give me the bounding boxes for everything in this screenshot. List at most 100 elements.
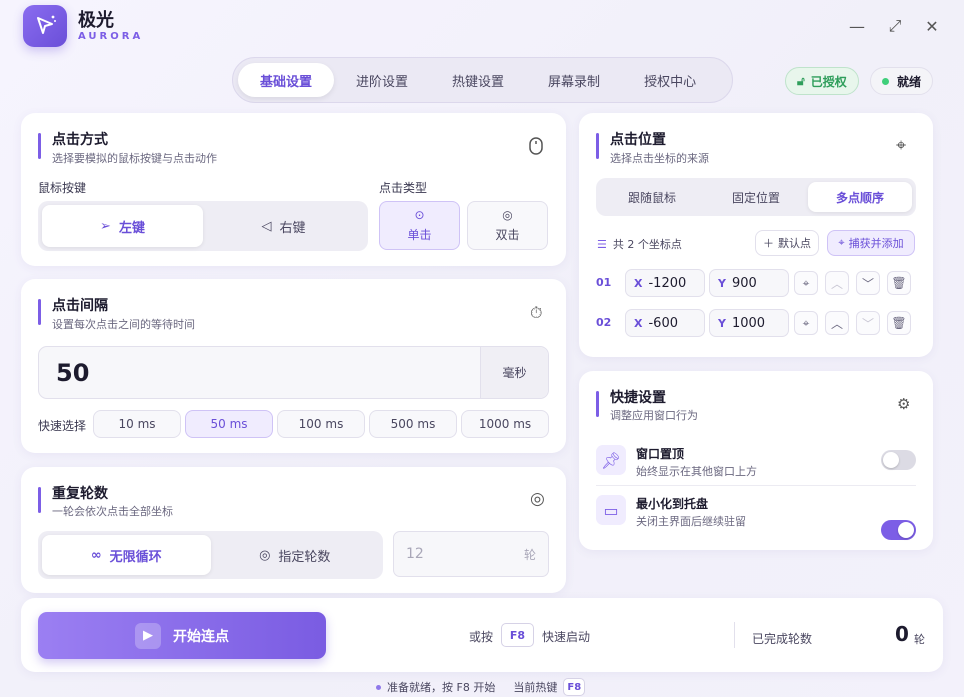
tab-recording[interactable]: 屏幕录制 bbox=[526, 63, 622, 97]
right-button-option[interactable]: ◁ 右键 bbox=[203, 205, 364, 247]
infinity-icon: ∞ bbox=[90, 547, 102, 563]
crosshair-icon: ⌖ bbox=[896, 135, 907, 156]
minimize-tray-toggle[interactable] bbox=[881, 520, 916, 540]
always-on-top-title: 窗口置顶 bbox=[636, 447, 685, 461]
shortcuts-title: 快捷设置 bbox=[610, 390, 666, 406]
maximize-button[interactable]: ⤢ bbox=[882, 13, 908, 39]
start-clicking-button[interactable]: ▶ 开始连点 bbox=[38, 612, 326, 659]
preset-10ms[interactable]: 10 ms bbox=[93, 410, 181, 438]
x-label: X bbox=[634, 276, 643, 290]
pointer-icon: ➢ bbox=[100, 218, 111, 234]
y-label: Y bbox=[718, 276, 726, 290]
repeat-subtitle: 一轮会依次点击全部坐标 bbox=[52, 505, 173, 518]
fixed-rounds-option[interactable]: ◎ 指定轮数 bbox=[211, 535, 380, 575]
preset-500ms[interactable]: 500 ms bbox=[369, 410, 457, 438]
tab-basic[interactable]: 基础设置 bbox=[238, 63, 335, 97]
right-button-label: 右键 bbox=[279, 220, 306, 236]
points-count: ☰ 共 2 个坐标点 bbox=[597, 236, 682, 252]
status-bar: 准备就绪，按 F8 开始 当前热键 F8 bbox=[376, 678, 586, 696]
preset-1000ms[interactable]: 1000 ms bbox=[461, 410, 549, 438]
preset-50ms[interactable]: 50 ms bbox=[185, 410, 273, 438]
delete-point-button[interactable]: 🗑︎ bbox=[887, 311, 911, 335]
footer-bar: ▶ 开始连点 或按 F8 快速启动 已完成轮数 0 轮 bbox=[21, 598, 943, 672]
mode-fixed-position[interactable]: 固定位置 bbox=[704, 182, 808, 212]
default-point-button[interactable]: ＋ 默认点 bbox=[755, 230, 819, 256]
plus-icon: ＋ bbox=[763, 237, 774, 250]
move-down-button[interactable]: ﹀ bbox=[856, 311, 880, 335]
crosshair-icon: ⌖ bbox=[802, 315, 810, 330]
position-subtitle: 选择点击坐标的来源 bbox=[610, 152, 709, 165]
preset-100ms[interactable]: 100 ms bbox=[277, 410, 365, 438]
double-circle-icon: ◎ bbox=[502, 208, 513, 222]
interval-card: 点击间隔 设置每次点击之间的等待时间 ⏱︎ 50 毫秒 快速选择 10 ms 5… bbox=[21, 279, 566, 453]
interval-subtitle: 设置每次点击之间的等待时间 bbox=[52, 318, 195, 331]
default-point-label: 默认点 bbox=[778, 237, 811, 250]
mode-multi-point[interactable]: 多点顺序 bbox=[808, 182, 912, 212]
trash-icon: 🗑︎ bbox=[891, 316, 907, 330]
minimize-button[interactable]: — bbox=[844, 13, 870, 39]
minimize-icon: — bbox=[849, 16, 865, 36]
double-click-label: 双击 bbox=[495, 228, 520, 242]
point-y-input[interactable]: Y 900 bbox=[709, 269, 789, 297]
play-icon: ▶ bbox=[135, 622, 161, 649]
interval-unit: 毫秒 bbox=[480, 347, 548, 398]
delete-point-button[interactable]: 🗑︎ bbox=[887, 271, 911, 295]
move-up-button[interactable]: ︿ bbox=[825, 271, 849, 295]
single-click-label: 单击 bbox=[407, 228, 432, 242]
target-dot-icon: ⊙ bbox=[414, 208, 425, 222]
interval-value: 50 bbox=[56, 358, 90, 387]
minimize-tray-title: 最小化到托盘 bbox=[636, 497, 709, 511]
left-button-option[interactable]: ➢ 左键 bbox=[42, 205, 203, 247]
point-x-input[interactable]: X -1200 bbox=[625, 269, 705, 297]
single-click-option[interactable]: ⊙ 单击 bbox=[379, 201, 460, 250]
point-x-input[interactable]: X -600 bbox=[625, 309, 705, 337]
license-label: 已授权 bbox=[810, 74, 847, 89]
capture-add-button[interactable]: ⌖ 捕获并添加 bbox=[827, 230, 915, 256]
move-up-button[interactable]: ︿ bbox=[825, 311, 849, 335]
double-click-option[interactable]: ◎ 双击 bbox=[467, 201, 548, 250]
chevron-up-icon: ︿ bbox=[830, 316, 843, 331]
close-button[interactable]: ✕ bbox=[919, 13, 945, 39]
point-y-value: 1000 bbox=[731, 315, 766, 331]
window-icon: ▭ bbox=[596, 495, 626, 525]
chevron-down-icon: ﹀ bbox=[861, 316, 874, 331]
rounds-count-input[interactable]: 12 轮 bbox=[393, 531, 549, 577]
pin-icon: 📌︎ bbox=[596, 445, 626, 475]
chevron-up-icon: ︿ bbox=[830, 276, 843, 291]
current-hotkey-label: 当前热键 bbox=[513, 681, 558, 694]
tab-license[interactable]: 授权中心 bbox=[622, 63, 718, 97]
quick-select-label: 快速选择 bbox=[38, 419, 87, 433]
interval-input[interactable]: 50 毫秒 bbox=[38, 346, 549, 399]
infinite-loop-option[interactable]: ∞ 无限循环 bbox=[42, 535, 211, 575]
pick-point-button[interactable]: ⌖ bbox=[794, 271, 818, 295]
crosshair-small-icon: ⌖ bbox=[838, 236, 845, 249]
mode-follow-mouse[interactable]: 跟随鼠标 bbox=[600, 182, 704, 212]
always-on-top-toggle[interactable] bbox=[881, 450, 916, 470]
ready-status-text: 准备就绪，按 F8 开始 bbox=[387, 681, 496, 694]
quick-start-label: 快速启动 bbox=[542, 630, 591, 644]
move-down-button[interactable]: ﹀ bbox=[856, 271, 880, 295]
click-mode-card: 点击方式 选择要模拟的鼠标按键与点击动作 鼠标按键 ➢ 左键 ◁ 右键 点击类型 ⊙… bbox=[21, 113, 566, 266]
rounds-unit: 轮 bbox=[523, 547, 536, 562]
mouse-button-selector: ➢ 左键 ◁ 右键 bbox=[38, 201, 368, 251]
status-dot-icon bbox=[376, 684, 381, 690]
trash-icon: 🗑︎ bbox=[891, 276, 907, 290]
rounds-count-placeholder: 12 bbox=[406, 546, 424, 562]
tab-advanced[interactable]: 进阶设置 bbox=[334, 63, 430, 97]
list-icon: ☰ bbox=[597, 237, 607, 251]
send-icon: ◁ bbox=[261, 218, 272, 234]
minimize-tray-desc: 关闭主界面后继续驻留 bbox=[636, 515, 746, 528]
maximize-icon: ⤢ bbox=[888, 16, 902, 35]
tab-hotkeys[interactable]: 热键设置 bbox=[430, 63, 526, 97]
click-mode-title: 点击方式 bbox=[52, 132, 108, 148]
status-dot-icon bbox=[882, 77, 889, 85]
or-press-label: 或按 bbox=[469, 630, 494, 644]
chevron-down-icon: ﹀ bbox=[861, 276, 874, 291]
target-icon: ◎ bbox=[530, 489, 545, 509]
pick-point-button[interactable]: ⌖ bbox=[794, 311, 818, 335]
point-index: 01 bbox=[596, 276, 612, 289]
point-y-input[interactable]: Y 1000 bbox=[709, 309, 789, 337]
infinite-loop-label: 无限循环 bbox=[109, 549, 162, 565]
click-mode-subtitle: 选择要模拟的鼠标按键与点击动作 bbox=[52, 152, 217, 165]
crosshair-icon: ⌖ bbox=[802, 275, 810, 290]
